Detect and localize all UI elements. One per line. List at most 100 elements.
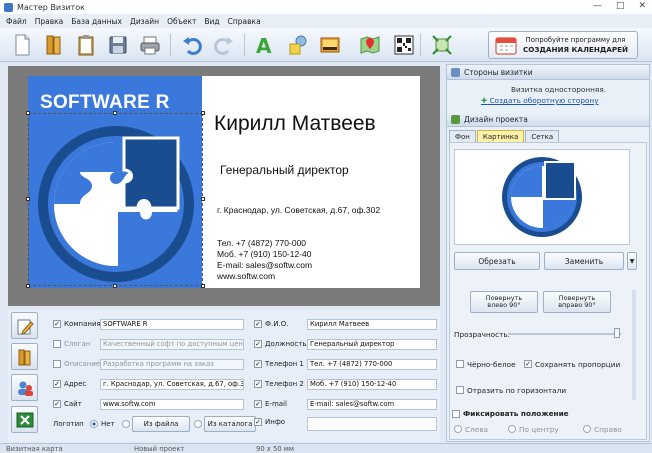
card-address[interactable]: г. Краснодар, ул. Советская, д.67, оф.30… xyxy=(217,205,380,215)
transparency-slider-thumb[interactable] xyxy=(614,328,620,338)
card-position[interactable]: Генеральный директор xyxy=(220,163,349,177)
resize-handle[interactable] xyxy=(26,284,30,288)
redo-icon[interactable] xyxy=(212,33,236,57)
site-field[interactable]: www.softw.com xyxy=(100,399,244,410)
post-field[interactable]: Генеральный директор xyxy=(307,339,437,350)
resize-handle[interactable] xyxy=(26,111,30,115)
print-icon[interactable] xyxy=(138,33,162,57)
phone2-field[interactable]: Моб. +7 (910) 150-12-40 xyxy=(307,379,437,390)
map-tool-icon[interactable] xyxy=(358,33,382,57)
sides-section-header[interactable]: Стороны визитки xyxy=(447,65,649,80)
calendar-promo-button[interactable]: Попробуйте программу для СОЗДАНИЯ КАЛЕНД… xyxy=(488,31,638,59)
resize-handle[interactable] xyxy=(26,197,30,201)
post-checkbox[interactable]: ✓ xyxy=(254,340,262,348)
menu-help[interactable]: Справка xyxy=(228,17,261,26)
description-field[interactable]: Разработка программ на заказ xyxy=(100,359,244,370)
email-checkbox[interactable]: ✓ xyxy=(254,400,262,408)
new-file-icon[interactable] xyxy=(10,33,34,57)
flip-horizontal-checkbox[interactable] xyxy=(456,386,464,394)
save-icon[interactable] xyxy=(106,33,130,57)
qr-code-icon[interactable] xyxy=(392,33,416,57)
logo-from-catalog-radio[interactable] xyxy=(194,420,202,428)
logo-none-label: Нет xyxy=(101,420,115,428)
company-checkbox[interactable]: ✓ xyxy=(53,320,61,328)
align-center-radio[interactable] xyxy=(508,425,516,433)
excel-import-button[interactable] xyxy=(11,406,38,433)
maximize-icon[interactable]: □ xyxy=(616,1,625,11)
resize-handle[interactable] xyxy=(201,197,205,201)
flip-horizontal-label: Отразить по горизонтали xyxy=(467,386,567,395)
align-left-radio[interactable] xyxy=(454,425,462,433)
users-icon xyxy=(17,381,33,396)
menu-object[interactable]: Объект xyxy=(167,17,196,26)
rotate-right-button[interactable]: Повернуть вправо 90° xyxy=(543,291,611,313)
replace-dropdown-button[interactable]: ▼ xyxy=(627,252,637,270)
minimize-icon[interactable]: — xyxy=(593,1,602,11)
info-checkbox[interactable]: ✓ xyxy=(254,418,262,426)
undo-icon[interactable] xyxy=(180,33,204,57)
menu-view[interactable]: Вид xyxy=(204,17,219,26)
logo-from-file-radio[interactable] xyxy=(122,420,130,428)
menu-design[interactable]: Дизайн xyxy=(130,17,159,26)
logo-from-catalog-button[interactable]: Из каталога xyxy=(204,416,256,432)
slogan-field[interactable]: Качественный софт по доступным ценам xyxy=(100,339,244,350)
company-field[interactable]: SOFTWARE R xyxy=(100,319,244,330)
templates-button[interactable] xyxy=(11,343,38,370)
keep-ratio-checkbox[interactable]: ✓ xyxy=(524,360,532,368)
fio-label: Ф.И.О. xyxy=(265,320,289,328)
address-field[interactable]: г. Краснодар, ул. Советская, д.67, оф.30… xyxy=(100,379,244,390)
clipboard-icon[interactable] xyxy=(74,33,98,57)
close-icon[interactable]: ✕ xyxy=(638,1,646,11)
tab-grid[interactable]: Сетка xyxy=(525,130,560,142)
slogan-checkbox[interactable] xyxy=(53,340,61,348)
resize-handle[interactable] xyxy=(201,284,205,288)
design-section-header[interactable]: Дизайн проекта xyxy=(447,112,649,127)
card-email[interactable]: E-mail: sales@softw.com xyxy=(217,260,312,270)
selection-box xyxy=(26,111,205,288)
replace-button[interactable]: Заменить xyxy=(544,252,624,270)
tab-background[interactable]: Фон xyxy=(449,130,476,142)
card-name[interactable]: Кирилл Матвеев xyxy=(214,112,376,136)
status-card-type: Визитная карта xyxy=(6,445,63,453)
address-checkbox[interactable]: ✓ xyxy=(53,380,61,388)
email-field[interactable]: E-mail: sales@softw.com xyxy=(307,399,437,410)
menu-edit[interactable]: Правка xyxy=(35,17,64,26)
phone2-checkbox[interactable]: ✓ xyxy=(254,380,262,388)
text-tool-icon[interactable]: A xyxy=(252,33,276,57)
open-catalog-icon[interactable] xyxy=(42,33,66,57)
create-back-side-link[interactable]: ✚ Создать оборотную сторону xyxy=(481,96,599,105)
fit-view-icon[interactable] xyxy=(430,33,454,57)
shapes-tool-icon[interactable] xyxy=(286,33,310,57)
panel-scrollbar[interactable] xyxy=(632,290,636,400)
fio-field[interactable]: Кирилл Матвеев xyxy=(307,319,437,330)
card-site[interactable]: www.softw.com xyxy=(217,271,275,281)
align-right-radio[interactable] xyxy=(583,425,591,433)
menu-file[interactable]: Файл xyxy=(6,17,27,26)
logo-none-radio[interactable] xyxy=(90,420,98,428)
contacts-button[interactable] xyxy=(11,374,38,401)
status-project: Новый проект xyxy=(134,445,185,453)
phone1-field[interactable]: Тел. +7 (4872) 770-000 xyxy=(307,359,437,370)
resize-handle[interactable] xyxy=(113,284,117,288)
image-tool-icon[interactable] xyxy=(318,33,342,57)
rotate-left-button[interactable]: Повернуть влево 90° xyxy=(470,291,538,313)
resize-handle[interactable] xyxy=(113,111,117,115)
trim-button[interactable]: Обрезать xyxy=(454,252,540,270)
grayscale-checkbox[interactable] xyxy=(456,360,464,368)
info-field[interactable] xyxy=(307,417,437,431)
card-phone1[interactable]: Тел. +7 (4872) 770-000 xyxy=(217,238,306,248)
window-title: Мастер Визиток xyxy=(17,2,85,12)
card-phone2[interactable]: Моб. +7 (910) 150-12-40 xyxy=(217,249,312,259)
fio-checkbox[interactable]: ✓ xyxy=(254,320,262,328)
resize-handle[interactable] xyxy=(201,111,205,115)
site-checkbox[interactable]: ✓ xyxy=(53,400,61,408)
description-checkbox[interactable] xyxy=(53,360,61,368)
edit-data-button[interactable] xyxy=(11,312,38,339)
menu-database[interactable]: База данных xyxy=(71,17,122,26)
phone1-checkbox[interactable]: ✓ xyxy=(254,360,262,368)
transparency-slider[interactable] xyxy=(509,333,621,335)
tab-picture[interactable]: Картинка xyxy=(476,130,525,142)
sides-header-label: Стороны визитки xyxy=(464,67,533,77)
fix-position-checkbox[interactable] xyxy=(452,410,460,418)
logo-from-file-button[interactable]: Из файла xyxy=(132,416,190,432)
